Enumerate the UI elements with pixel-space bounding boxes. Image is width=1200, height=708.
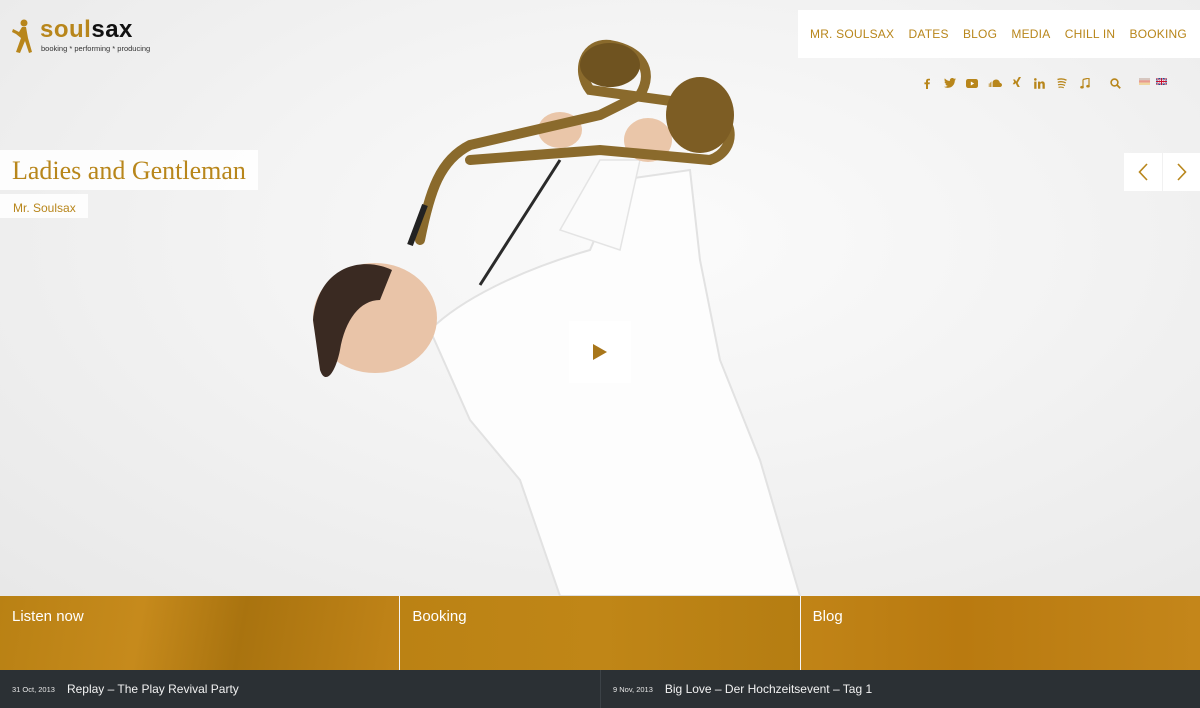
social-links [916, 74, 1127, 92]
soundcloud-icon[interactable] [984, 74, 1007, 92]
slide-subtitle: Mr. Soulsax [0, 194, 88, 218]
slide-title: Ladies and Gentleman [0, 150, 258, 190]
en-flag-icon[interactable] [1156, 78, 1167, 85]
nav-item-mr-soulsax[interactable]: MR. SOULSAX [810, 27, 894, 41]
logo-figure-icon [12, 19, 32, 53]
xing-icon[interactable] [1006, 74, 1029, 92]
logo-wordmark: soulsax [40, 16, 133, 44]
nav-item-chill-in[interactable]: CHILL IN [1065, 27, 1116, 41]
language-switcher [1139, 78, 1167, 85]
main-nav: MR. SOULSAX DATES BLOG MEDIA CHILL IN BO… [798, 10, 1200, 58]
facebook-icon[interactable] [916, 74, 939, 92]
spotify-icon[interactable] [1051, 74, 1074, 92]
ticker-item[interactable]: 31 Oct, 2013 Replay – The Play Revival P… [0, 670, 600, 708]
slider-next-button[interactable] [1163, 153, 1200, 191]
ticker-title[interactable]: Big Love – Der Hochzeitsevent – Tag 1 [665, 682, 872, 696]
logo-word-soul: soul [40, 16, 92, 43]
tile-blog[interactable]: Blog [800, 596, 1200, 670]
slider-prev-button[interactable] [1124, 153, 1162, 191]
play-video-button[interactable] [569, 321, 631, 383]
chevron-right-icon [1177, 163, 1187, 181]
play-icon [593, 344, 607, 360]
feature-tiles: Listen now Booking Blog [0, 596, 1200, 670]
tile-label: Booking [412, 608, 467, 625]
tile-label: Blog [812, 608, 843, 625]
nav-item-blog[interactable]: BLOG [963, 27, 997, 41]
logo-tagline: booking * performing * producing [41, 44, 151, 53]
hero-slider: soulsax booking * performing * producing… [0, 0, 1200, 596]
nav-item-booking[interactable]: BOOKING [1130, 27, 1187, 41]
linkedin-icon[interactable] [1029, 74, 1052, 92]
news-ticker: 31 Oct, 2013 Replay – The Play Revival P… [0, 670, 1200, 708]
ticker-date: 9 Nov, 2013 [613, 684, 653, 694]
logo[interactable]: soulsax booking * performing * producing [10, 16, 160, 58]
tile-booking[interactable]: Booking [400, 596, 801, 670]
twitter-icon[interactable] [939, 74, 962, 92]
logo-word-sax: sax [91, 16, 133, 43]
search-icon[interactable] [1104, 74, 1127, 92]
tile-background [800, 596, 1200, 670]
ticker-item[interactable]: 9 Nov, 2013 Big Love – Der Hochzeitseven… [600, 670, 1200, 708]
ticker-date: 31 Oct, 2013 [12, 684, 55, 694]
ticker-title[interactable]: Replay – The Play Revival Party [67, 682, 239, 696]
tile-label: Listen now [12, 608, 84, 625]
slide-title-text: Ladies and Gentleman [12, 156, 246, 185]
tile-listen-now[interactable]: Listen now [0, 596, 401, 670]
de-flag-icon[interactable] [1139, 78, 1150, 85]
chevron-left-icon [1138, 163, 1148, 181]
youtube-icon[interactable] [961, 74, 984, 92]
nav-item-media[interactable]: MEDIA [1011, 27, 1050, 41]
nav-item-dates[interactable]: DATES [909, 27, 949, 41]
music-icon[interactable] [1074, 74, 1097, 92]
slide-subtitle-text: Mr. Soulsax [13, 201, 76, 215]
